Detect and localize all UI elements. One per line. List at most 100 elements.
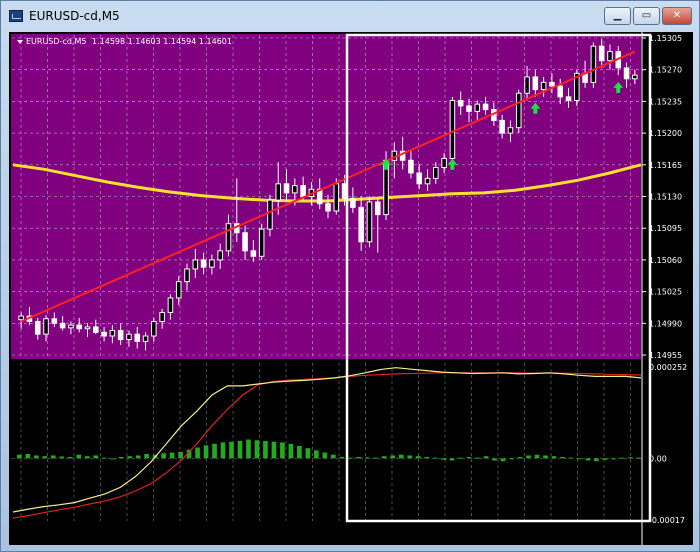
chart-icon — [9, 10, 23, 22]
candle-bear — [565, 96, 572, 101]
histogram-bar — [280, 442, 285, 459]
histogram-bar — [33, 455, 39, 459]
histogram-bar — [84, 456, 90, 459]
histogram-bar — [585, 458, 591, 461]
candle-bear — [325, 203, 331, 212]
candle-bull — [142, 335, 149, 342]
chart-header: EURUSD-cd,M5 1.14598 1.14603 1.14594 1.1… — [17, 37, 232, 46]
candle-bull — [540, 81, 547, 91]
histogram-bar — [76, 454, 82, 459]
candle-bull — [126, 333, 132, 341]
indicator-label: 0.00 — [649, 454, 667, 463]
histogram-bar — [534, 454, 540, 459]
candle-bear — [242, 232, 248, 252]
candle-bear — [283, 183, 290, 194]
price-label: 1.14955 — [649, 351, 682, 360]
candle-bull — [449, 99, 456, 159]
window-title: EURUSD-cd,M5 — [29, 9, 120, 23]
histogram-bar — [543, 455, 548, 459]
candle-bull — [43, 318, 49, 335]
candle-bull — [333, 183, 340, 212]
histogram-bar — [475, 457, 480, 459]
price-label: 1.14990 — [649, 319, 682, 328]
histogram-bar — [526, 455, 531, 459]
histogram-bar — [144, 454, 149, 459]
minimize-button[interactable]: ▁ — [604, 7, 631, 25]
candle-bear — [59, 322, 66, 329]
histogram-bar — [356, 456, 362, 459]
histogram-bar — [118, 456, 124, 459]
histogram-bar — [483, 456, 489, 459]
candle-bull — [515, 92, 522, 129]
candle-bull — [184, 268, 190, 283]
candle-bear — [374, 201, 381, 216]
candle-bull — [151, 320, 157, 337]
indicator-background — [11, 362, 641, 522]
candle-bull — [18, 315, 24, 321]
histogram-bar — [178, 451, 183, 459]
candle-bear — [557, 85, 563, 98]
candle-bull — [68, 324, 74, 329]
histogram-bar — [297, 446, 302, 459]
candle-bull — [217, 250, 223, 261]
candle-bull — [109, 330, 116, 337]
candle-bear — [466, 105, 472, 112]
histogram-bar — [398, 454, 404, 459]
price-chart[interactable]: EURUSD-cd,M5 1.14598 1.14603 1.14594 1.1… — [9, 32, 693, 545]
histogram-bar — [432, 457, 438, 459]
histogram-bar — [517, 456, 523, 459]
histogram-bar — [305, 448, 311, 459]
histogram-bar — [110, 458, 116, 460]
candle-bull — [590, 45, 597, 83]
candle-bull — [424, 177, 431, 185]
histogram-bar — [636, 457, 642, 459]
histogram-bar — [577, 458, 582, 460]
candle-bear — [358, 206, 364, 243]
chart-frame[interactable]: EURUSD-cd,M5 1.14598 1.14603 1.14594 1.1… — [9, 32, 693, 545]
histogram-bar — [17, 454, 22, 459]
histogram-bar — [415, 456, 421, 459]
close-button[interactable]: ✕ — [662, 7, 692, 25]
candle-bear — [117, 330, 124, 341]
candle-bear — [101, 331, 107, 337]
histogram-bar — [364, 457, 370, 459]
price-label: 1.15130 — [649, 193, 682, 202]
candle-bear — [350, 197, 356, 208]
candle-bull — [192, 259, 199, 270]
price-label: 1.15235 — [649, 97, 682, 106]
candle-bull — [225, 223, 232, 252]
candle-bear — [200, 259, 207, 268]
histogram-bar — [322, 452, 328, 459]
histogram-bar — [101, 457, 107, 459]
title-bar[interactable]: EURUSD-cd,M5 ▁ ▭ ✕ — [1, 1, 699, 31]
histogram-bar — [42, 456, 48, 459]
histogram-bar — [271, 441, 277, 459]
histogram-bar — [500, 458, 506, 462]
candle-bull — [275, 183, 282, 201]
candle-bear — [457, 99, 464, 107]
histogram-bar — [407, 455, 413, 459]
histogram-bar — [602, 458, 608, 460]
price-label: 1.15060 — [649, 256, 682, 265]
candle-bull — [175, 281, 182, 299]
price-label: 1.15095 — [649, 224, 682, 233]
candle-bear — [408, 159, 414, 174]
indicator-axis: 0.000252 0.00 -0.00017 — [649, 363, 687, 525]
histogram-bar — [169, 452, 175, 459]
histogram-bar — [331, 454, 336, 459]
candle-bull — [524, 76, 530, 94]
histogram-bar — [424, 456, 430, 459]
price-axis: 1.15305 1.15270 1.15235 1.15200 1.15165 1.151… — [641, 32, 682, 545]
candle-bear — [532, 76, 539, 91]
candle-bear — [416, 172, 423, 185]
candle-bull — [267, 199, 273, 230]
histogram-bar — [161, 453, 166, 459]
histogram-bar — [347, 457, 353, 459]
histogram-bar — [619, 457, 625, 459]
maximize-button[interactable]: ▭ — [633, 7, 660, 25]
histogram-bar — [288, 443, 294, 459]
histogram-bar — [509, 458, 514, 460]
candle-bull — [433, 167, 439, 179]
price-label: 1.15165 — [649, 161, 682, 170]
candle-bull — [507, 127, 514, 134]
